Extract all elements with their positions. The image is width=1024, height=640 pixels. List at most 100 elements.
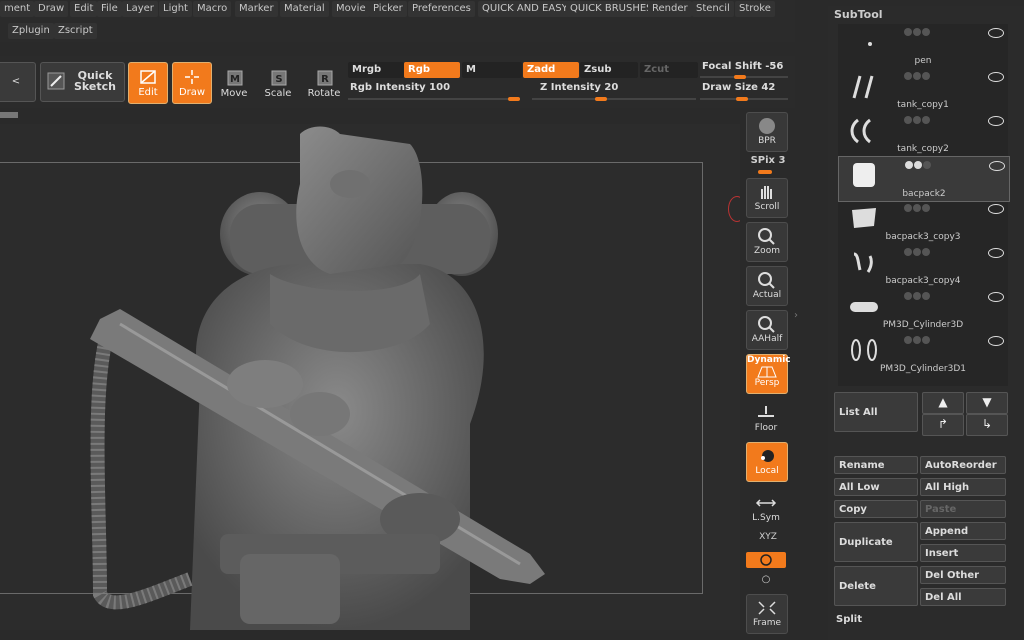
subtool-item[interactable]: PM3D_Cylinder3D1 <box>838 332 1008 376</box>
menu-zscript[interactable]: Zscript <box>54 23 97 39</box>
subtool-title[interactable]: SubTool <box>834 8 883 21</box>
move-button[interactable]: M Move <box>218 64 250 104</box>
floor-button[interactable]: Floor <box>746 400 786 438</box>
subtool-item[interactable]: bacpack3_copy3 <box>838 200 1008 244</box>
zcut-button[interactable]: Zcut <box>640 62 698 78</box>
menu-draw[interactable]: Draw <box>34 1 69 17</box>
menu-movie[interactable]: Movie <box>332 1 370 17</box>
scroll-button[interactable]: Scroll <box>746 178 788 218</box>
subtool-name: PM3D_Cylinder3D <box>882 320 964 330</box>
append-button[interactable]: Append <box>920 522 1006 540</box>
visibility-eye-icon[interactable] <box>988 336 1004 346</box>
actual-magnifier-icon <box>758 272 775 289</box>
copy-button[interactable]: Copy <box>834 500 918 518</box>
move-down-branch-button[interactable]: ↳ <box>966 414 1008 436</box>
frame-button[interactable]: Frame <box>746 594 788 634</box>
actual-button[interactable]: Actual <box>746 266 788 306</box>
quick-sketch-icon <box>47 72 65 90</box>
all-low-button[interactable]: All Low <box>834 478 918 496</box>
m-button[interactable]: M <box>462 62 522 78</box>
z-intensity-label: Z Intensity 20 <box>540 82 619 93</box>
arrow-turn-up-icon: ↱ <box>937 417 949 431</box>
split-button[interactable]: Split <box>836 614 862 625</box>
visibility-eye-icon[interactable] <box>988 292 1004 302</box>
move-down-button[interactable]: ▼ <box>966 392 1008 414</box>
delete-button[interactable]: Delete <box>834 566 918 606</box>
menu-stroke[interactable]: Stroke <box>735 1 775 17</box>
back-button[interactable]: < <box>0 62 36 102</box>
all-high-button[interactable]: All High <box>920 478 1006 496</box>
spix-slider[interactable] <box>758 170 772 174</box>
menu-preferences[interactable]: Preferences <box>408 1 475 17</box>
move-up-branch-button[interactable]: ↱ <box>922 414 964 436</box>
visibility-eye-icon[interactable] <box>988 28 1004 38</box>
menu-edit[interactable]: Edit <box>70 1 98 17</box>
menu-picker[interactable]: Picker <box>369 1 407 17</box>
subtool-item-selected[interactable]: bacpack2 <box>838 156 1010 202</box>
visibility-eye-icon[interactable] <box>988 72 1004 82</box>
focal-shift-knob[interactable] <box>734 75 746 79</box>
rgb-button[interactable]: Rgb <box>404 62 460 78</box>
z-intensity-slider[interactable] <box>532 98 696 100</box>
menu-marker[interactable]: Marker <box>235 1 278 17</box>
spix-label: SPix 3 <box>750 155 786 166</box>
rotate-y-button[interactable] <box>746 552 786 568</box>
persp-button[interactable]: Dynamic Persp <box>746 354 791 394</box>
rotate-button[interactable]: R Rotate <box>306 64 342 104</box>
subtool-item[interactable]: PM3D_Cylinder3D <box>838 288 1008 332</box>
zadd-button[interactable]: Zadd <box>523 62 579 78</box>
zoom-button[interactable]: Zoom <box>746 222 788 262</box>
mrgb-button[interactable]: Mrgb <box>348 62 404 78</box>
canvas-viewport[interactable] <box>0 124 740 630</box>
menu-quick-and-easy[interactable]: QUICK AND EASY <box>478 1 572 17</box>
visibility-eye-icon[interactable] <box>988 116 1004 126</box>
duplicate-button[interactable]: Duplicate <box>834 522 918 562</box>
local-button[interactable]: Local <box>746 442 788 482</box>
subtool-item[interactable]: tank_copy2 <box>838 112 1008 156</box>
quick-sketch-button[interactable]: Quick Sketch <box>40 62 125 102</box>
menu-layer[interactable]: Layer <box>122 1 158 17</box>
subtool-item[interactable]: tank_copy1 <box>838 68 1008 112</box>
del-other-button[interactable]: Del Other <box>920 566 1006 584</box>
zsub-button[interactable]: Zsub <box>580 62 638 78</box>
autoreorder-button[interactable]: AutoReorder <box>920 456 1006 474</box>
subtool-item[interactable]: pen <box>838 24 1008 68</box>
list-all-button[interactable]: List All <box>834 392 918 432</box>
subtool-item[interactable]: bacpack3_copy4 <box>838 244 1008 288</box>
z-intensity-knob[interactable] <box>594 97 607 101</box>
visibility-eye-icon[interactable] <box>988 248 1004 258</box>
menu-stencil[interactable]: Stencil <box>692 1 734 17</box>
tray-handle[interactable] <box>0 112 18 118</box>
local-icon <box>761 450 774 462</box>
rotate-z-icon[interactable]: ○ <box>746 574 786 586</box>
draw-button[interactable]: Draw <box>172 62 212 104</box>
draw-label: Draw <box>178 87 206 98</box>
paste-button[interactable]: Paste <box>920 500 1006 518</box>
lsym-button[interactable]: L.Sym <box>746 490 786 528</box>
menu-macro[interactable]: Macro <box>193 1 232 17</box>
edit-button[interactable]: Edit <box>128 62 168 104</box>
draw-size-knob[interactable] <box>736 97 748 101</box>
move-up-button[interactable]: ▲ <box>922 392 964 414</box>
menu-preferences-prev[interactable]: ment <box>0 1 35 17</box>
visibility-eye-icon[interactable] <box>989 161 1005 171</box>
top-toolbar: < Quick Sketch Edit Draw M Move S Scale … <box>0 56 795 108</box>
xyz-button[interactable]: XYZ <box>748 532 788 542</box>
menu-file[interactable]: File <box>97 1 122 17</box>
rgb-intensity-slider[interactable] <box>348 98 520 100</box>
del-all-button[interactable]: Del All <box>920 588 1006 606</box>
insert-button[interactable]: Insert <box>920 544 1006 562</box>
scale-button[interactable]: S Scale <box>262 64 294 104</box>
menu-light[interactable]: Light <box>159 1 192 17</box>
aahalf-button[interactable]: AAHalf <box>746 310 788 350</box>
bpr-button[interactable]: BPR <box>746 112 788 152</box>
menu-render[interactable]: Render <box>648 1 692 17</box>
menu-quick-brushes[interactable]: QUICK BRUSHES <box>566 1 657 17</box>
menu-zplugin[interactable]: Zplugin <box>8 23 54 39</box>
rgb-intensity-knob[interactable] <box>508 97 520 101</box>
rename-button[interactable]: Rename <box>834 456 918 474</box>
subtool-list: pen tank_copy1 tank_copy2 bacpack2 bacpa… <box>838 24 1010 386</box>
panel-collapse-arrow[interactable]: › <box>794 310 802 330</box>
visibility-eye-icon[interactable] <box>988 204 1004 214</box>
menu-material[interactable]: Material <box>280 1 329 17</box>
